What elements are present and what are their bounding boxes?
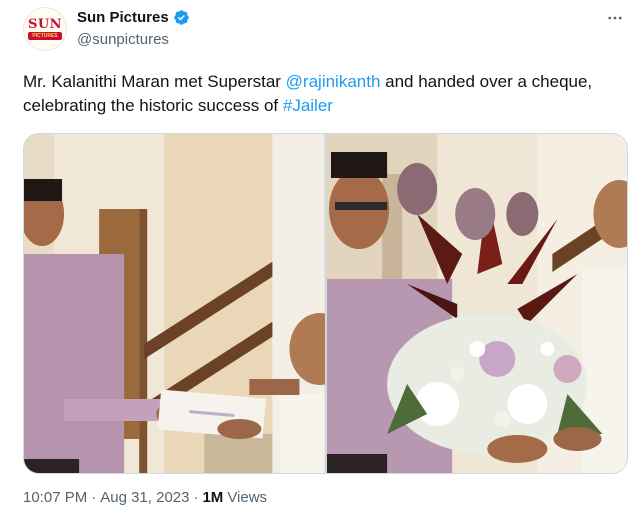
meta-separator-2: · (193, 489, 199, 506)
photo-cheque-handover[interactable] (24, 134, 325, 473)
photo-bouquet-image (326, 134, 627, 473)
avatar-logo-subtext: PICTURES (32, 33, 58, 39)
tweet-text: Mr. Kalanithi Maran met Superstar @rajin… (23, 70, 613, 118)
tweet-time[interactable]: 10:07 PM (23, 489, 87, 506)
tweet-media (23, 133, 628, 474)
photo-bouquet[interactable] (326, 134, 627, 473)
avatar[interactable]: SUN PICTURES (23, 7, 67, 51)
tweet-date[interactable]: Aug 31, 2023 (100, 489, 189, 506)
views-count: 1M (202, 489, 224, 506)
hashtag-link[interactable]: #Jailer (283, 96, 333, 115)
more-dots-icon (608, 16, 622, 20)
avatar-logo-ribbon: PICTURES (28, 32, 62, 40)
tweet: SUN PICTURES Sun Pictures @sunpictures M… (0, 0, 639, 514)
meta-separator: · (91, 489, 97, 506)
verified-badge-icon (173, 10, 189, 25)
author-display-name[interactable]: Sun Pictures (77, 9, 169, 26)
photo-cheque-handover-image (24, 134, 325, 473)
mention-link[interactable]: @rajinikanth (286, 72, 381, 91)
author-name-row: Sun Pictures (77, 9, 190, 26)
more-icon[interactable] (605, 8, 625, 28)
views-label: Views (227, 489, 268, 506)
tweet-meta: 10:07 PM · Aug 31, 2023 · 1M Views (23, 489, 267, 506)
author-handle[interactable]: @sunpictures (77, 31, 169, 48)
avatar-logo-text: SUN (27, 17, 63, 32)
tweet-text-part1: Mr. Kalanithi Maran met Superstar (23, 72, 286, 91)
